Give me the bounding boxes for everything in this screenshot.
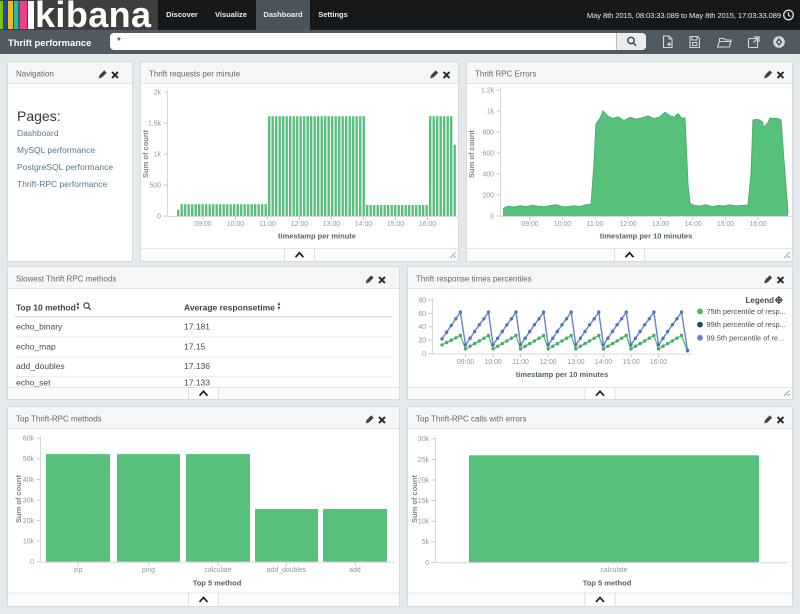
svg-text:10:00: 10:00 (227, 221, 244, 228)
svg-text:13:00: 13:00 (652, 221, 669, 228)
svg-text:17.136: 17.136 (184, 361, 210, 371)
svg-text:40k: 40k (23, 477, 35, 484)
svg-text:calculate: calculate (600, 567, 627, 574)
svg-text:60k: 60k (23, 436, 35, 443)
svg-text:0: 0 (425, 560, 429, 567)
svg-text:12:00: 12:00 (619, 221, 636, 228)
svg-text:75th percentile of resp...: 75th percentile of resp... (707, 307, 786, 316)
svg-text:add_doubles: add_doubles (267, 567, 307, 574)
svg-text:add: add (349, 567, 361, 574)
svg-text:99th percentile of resp...: 99th percentile of resp... (707, 320, 786, 329)
svg-text:16:00: 16:00 (650, 359, 667, 366)
svg-text:80: 80 (418, 297, 426, 304)
svg-text:Top Thrift-RPC calls with erro: Top Thrift-RPC calls with errors (416, 415, 527, 424)
svg-text:10:00: 10:00 (554, 221, 571, 228)
svg-text:Slowest Thrift RPC methods: Slowest Thrift RPC methods (16, 275, 116, 284)
svg-text:calculate: calculate (204, 567, 231, 574)
svg-text:Top 5 method: Top 5 method (193, 579, 242, 588)
svg-text:400: 400 (483, 171, 495, 178)
svg-text:12:00: 12:00 (539, 359, 556, 366)
svg-text:09:00: 09:00 (457, 359, 474, 366)
svg-text:14:00: 14:00 (595, 359, 612, 366)
svg-text:17.15: 17.15 (184, 342, 206, 352)
svg-text:11:00: 11:00 (259, 221, 276, 228)
svg-text:timestamp per minute: timestamp per minute (278, 232, 356, 241)
svg-text:Navigation: Navigation (16, 70, 54, 79)
svg-text:17.133: 17.133 (184, 378, 210, 388)
svg-text:Sum of count: Sum of count (141, 130, 150, 178)
svg-text:zip: zip (74, 567, 83, 574)
svg-text:13:00: 13:00 (323, 221, 340, 228)
svg-text:20k: 20k (418, 477, 430, 484)
svg-text:0: 0 (490, 213, 494, 220)
svg-text:11:00: 11:00 (512, 359, 529, 366)
svg-text:10:00: 10:00 (484, 359, 501, 366)
svg-text:11:00: 11:00 (587, 221, 604, 228)
svg-text:13:00: 13:00 (567, 359, 584, 366)
svg-text:800: 800 (483, 129, 495, 136)
svg-text:14:00: 14:00 (684, 221, 701, 228)
svg-text:20k: 20k (23, 518, 35, 525)
svg-text:50k: 50k (23, 456, 35, 463)
svg-text:15k: 15k (418, 498, 430, 505)
svg-text:ping: ping (142, 567, 155, 574)
svg-text:PostgreSQL performance: PostgreSQL performance (17, 162, 113, 172)
svg-text:Sum of count: Sum of count (14, 475, 23, 523)
svg-text:echo_binary: echo_binary (16, 322, 63, 332)
svg-text:25k: 25k (418, 457, 430, 464)
svg-text:echo_set: echo_set (16, 378, 51, 388)
svg-text:Thrift response times percenti: Thrift response times percentiles (416, 275, 532, 284)
svg-text:15:00: 15:00 (387, 221, 404, 228)
svg-text:Thrift RPC Errors: Thrift RPC Errors (475, 70, 536, 79)
svg-text:MySQL performance: MySQL performance (17, 145, 95, 155)
svg-text:Top Thrift-RPC methods: Top Thrift-RPC methods (16, 415, 102, 424)
svg-text:09:00: 09:00 (521, 221, 538, 228)
svg-text:1k: 1k (487, 108, 495, 115)
svg-text:2k: 2k (154, 89, 162, 96)
svg-text:0: 0 (30, 559, 34, 566)
svg-text:1.5k: 1.5k (148, 120, 162, 127)
svg-text:99.5th percentile of re...: 99.5th percentile of re... (707, 333, 785, 342)
svg-text:17.181: 17.181 (184, 322, 210, 332)
svg-text:1.2k: 1.2k (481, 87, 495, 94)
svg-text:Top 10 method: Top 10 method (16, 303, 76, 313)
svg-text:Top 5 method: Top 5 method (583, 579, 632, 588)
svg-text:600: 600 (483, 150, 495, 157)
svg-text:09:00: 09:00 (194, 221, 211, 228)
svg-text:200: 200 (483, 192, 495, 199)
svg-text:Dashboard: Dashboard (17, 128, 59, 138)
svg-text:add_doubles: add_doubles (16, 361, 65, 371)
svg-text:14:00: 14:00 (355, 221, 372, 228)
svg-text:Thrift-RPC performance: Thrift-RPC performance (17, 179, 107, 189)
svg-text:5k: 5k (422, 539, 430, 546)
svg-text:15:00: 15:00 (622, 359, 639, 366)
svg-text:16:00: 16:00 (749, 221, 766, 228)
svg-text:Pages:: Pages: (17, 108, 61, 124)
svg-text:60: 60 (418, 311, 426, 318)
svg-text:Thrift requests per minute: Thrift requests per minute (149, 70, 241, 79)
svg-text:Average responsetime: Average responsetime (184, 303, 275, 313)
svg-text:0: 0 (422, 351, 426, 358)
svg-text:0: 0 (157, 213, 161, 220)
svg-text:30k: 30k (23, 497, 35, 504)
svg-text:10k: 10k (23, 539, 35, 546)
svg-text:timestamp per 10 minutes: timestamp per 10 minutes (516, 370, 609, 379)
svg-text:16:00: 16:00 (419, 221, 436, 228)
svg-text:15:00: 15:00 (717, 221, 734, 228)
svg-text:30k: 30k (418, 436, 430, 443)
svg-text:20: 20 (418, 338, 426, 345)
svg-text:Legend: Legend (746, 296, 775, 305)
svg-text:Sum of count: Sum of count (467, 130, 476, 178)
svg-text:1k: 1k (154, 151, 162, 158)
svg-text:500: 500 (150, 182, 162, 189)
svg-text:40: 40 (418, 324, 426, 331)
svg-text:timestamp per 10 minutes: timestamp per 10 minutes (600, 232, 693, 241)
svg-text:Sum of count: Sum of count (410, 475, 419, 523)
svg-text:echo_map: echo_map (16, 342, 56, 352)
svg-text:12:00: 12:00 (291, 221, 308, 228)
svg-text:10k: 10k (418, 519, 430, 526)
